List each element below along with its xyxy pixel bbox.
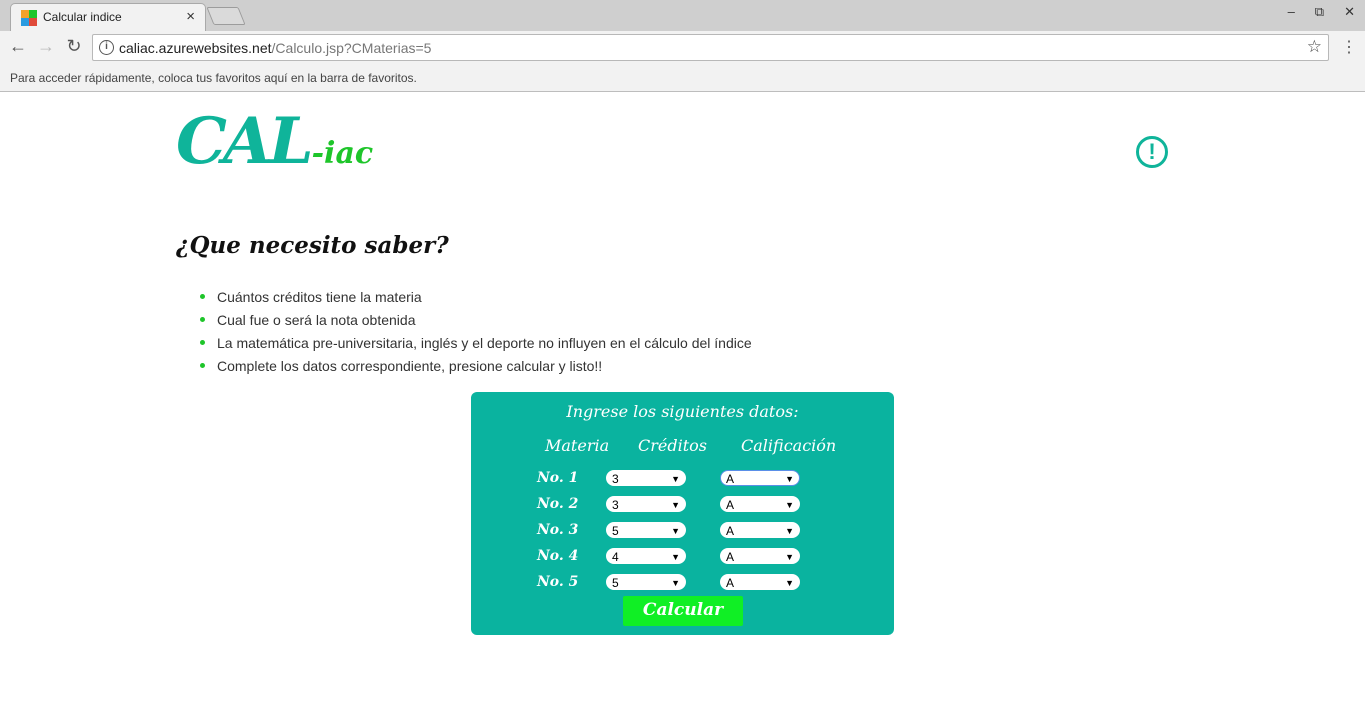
- credits-select-3[interactable]: 5 ▼: [606, 522, 686, 538]
- credits-select-1[interactable]: 3 ▼: [606, 470, 686, 486]
- dropdown-arrow-icon: ▼: [785, 578, 794, 588]
- credits-select-5[interactable]: 5 ▼: [606, 574, 686, 590]
- credits-value: 3: [612, 472, 619, 486]
- dropdown-arrow-icon: ▼: [671, 474, 680, 484]
- tab-close-icon[interactable]: ×: [186, 8, 195, 25]
- logo-main-text: CAL: [176, 104, 314, 179]
- column-header-materia: Materia: [545, 436, 610, 455]
- grade-value: A: [726, 550, 735, 564]
- url-text[interactable]: caliac.azurewebsites.net/Calculo.jsp?CMa…: [119, 40, 431, 56]
- row-label-2: No. 2: [537, 496, 579, 512]
- grade-select-5[interactable]: A ▼: [720, 574, 800, 590]
- reload-icon[interactable]: ↻: [63, 36, 85, 57]
- new-tab-button[interactable]: [206, 7, 246, 25]
- credits-value: 5: [612, 524, 619, 538]
- grade-select-2[interactable]: A ▼: [720, 496, 800, 512]
- dropdown-arrow-icon: ▼: [671, 526, 680, 536]
- dropdown-arrow-icon: ▼: [785, 526, 794, 536]
- window-controls: – ⧉ ✕: [1288, 4, 1355, 20]
- credits-value: 3: [612, 498, 619, 512]
- alert-icon[interactable]: !: [1136, 136, 1168, 168]
- dropdown-arrow-icon: ▼: [785, 474, 794, 484]
- credits-select-2[interactable]: 3 ▼: [606, 496, 686, 512]
- row-label-3: No. 3: [537, 522, 579, 538]
- dropdown-arrow-icon: ▼: [785, 552, 794, 562]
- dropdown-arrow-icon: ▼: [671, 500, 680, 510]
- grade-value: A: [726, 472, 735, 486]
- list-item: La matemática pre-universitaria, inglés …: [200, 333, 752, 356]
- info-list: Cuántos créditos tiene la materia Cual f…: [200, 287, 752, 379]
- forward-icon[interactable]: →: [35, 36, 57, 57]
- restore-icon[interactable]: ⧉: [1315, 4, 1324, 20]
- credits-value: 4: [612, 550, 619, 564]
- bookmark-star-icon[interactable]: ☆: [1307, 37, 1322, 57]
- url-host: caliac.azurewebsites.net: [119, 40, 272, 56]
- column-header-creditos: Créditos: [638, 436, 707, 455]
- back-icon[interactable]: ←: [7, 36, 29, 57]
- grade-value: A: [726, 576, 735, 590]
- row-label-5: No. 5: [537, 574, 579, 590]
- info-icon[interactable]: i: [99, 40, 114, 55]
- list-item: Cual fue o será la nota obtenida: [200, 310, 752, 333]
- minimize-icon[interactable]: –: [1288, 4, 1295, 20]
- logo-sub-text: -iac: [311, 136, 374, 171]
- credits-select-4[interactable]: 4 ▼: [606, 548, 686, 564]
- browser-tab[interactable]: Calcular indice ×: [10, 3, 206, 31]
- row-label-1: No. 1: [537, 470, 579, 486]
- grades-form: Ingrese los siguientes datos: Materia Cr…: [471, 392, 894, 635]
- browser-toolbar: ← → ↻ i caliac.azurewebsites.net/Calculo…: [0, 31, 1365, 63]
- column-header-calificacion: Calificación: [741, 436, 837, 455]
- bookmarks-bar: Para acceder rápidamente, coloca tus fav…: [0, 63, 1365, 92]
- list-item: Complete los datos correspondiente, pres…: [200, 356, 752, 379]
- page-heading: ¿Que necesito saber?: [176, 232, 449, 259]
- tab-strip: Calcular indice × – ⧉ ✕: [0, 0, 1365, 31]
- dropdown-arrow-icon: ▼: [671, 578, 680, 588]
- grade-select-1[interactable]: A ▼: [720, 470, 800, 486]
- grade-value: A: [726, 524, 735, 538]
- tab-title: Calcular indice: [43, 10, 122, 24]
- site-logo[interactable]: CAL-iac: [176, 104, 373, 179]
- dropdown-arrow-icon: ▼: [785, 500, 794, 510]
- address-bar[interactable]: i caliac.azurewebsites.net/Calculo.jsp?C…: [92, 34, 1329, 61]
- row-label-4: No. 4: [537, 548, 579, 564]
- url-path: /Calculo.jsp?CMaterias=5: [271, 40, 432, 56]
- credits-value: 5: [612, 576, 619, 590]
- dropdown-arrow-icon: ▼: [671, 552, 680, 562]
- grade-select-3[interactable]: A ▼: [720, 522, 800, 538]
- bookmarks-hint: Para acceder rápidamente, coloca tus fav…: [10, 71, 417, 85]
- list-item: Cuántos créditos tiene la materia: [200, 287, 752, 310]
- form-title: Ingrese los siguientes datos:: [566, 402, 799, 421]
- calculate-button[interactable]: Calcular: [623, 596, 743, 626]
- menu-icon[interactable]: ⋮: [1341, 37, 1357, 57]
- favicon-icon: [21, 10, 37, 26]
- close-window-icon[interactable]: ✕: [1344, 4, 1355, 20]
- grade-value: A: [726, 498, 735, 512]
- grade-select-4[interactable]: A ▼: [720, 548, 800, 564]
